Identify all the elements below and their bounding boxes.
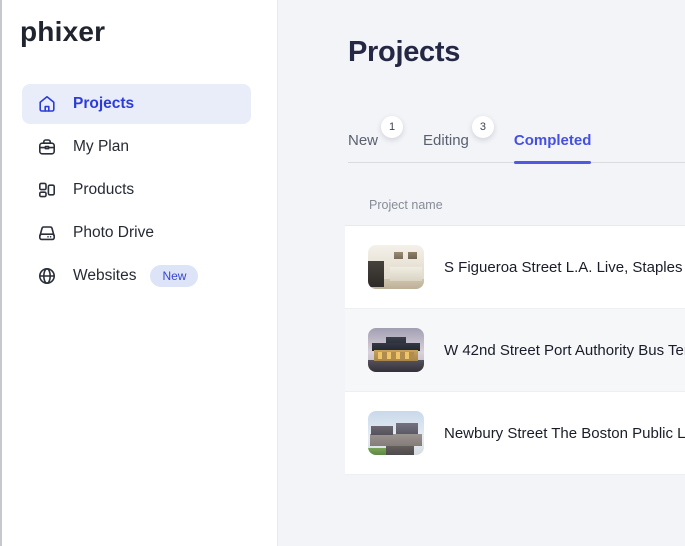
new-badge: New [150,265,198,287]
project-status-tabs: New 1 Editing 3 Completed [348,116,685,163]
sidebar-item-projects[interactable]: Projects [22,84,251,124]
tab-label: New [348,132,378,162]
sidebar-item-photo-drive[interactable]: Photo Drive [22,213,251,253]
active-tab-underline [514,161,592,164]
briefcase-icon [37,137,57,157]
tab-count-badge: 3 [472,116,494,138]
table-row[interactable]: Newbury Street The Boston Public Library [345,392,685,475]
project-name: Newbury Street The Boston Public Library [444,425,685,442]
sidebar-item-label: Websites [73,267,136,285]
main-content: Projects New 1 Editing 3 Completed Proje… [279,0,685,546]
globe-icon [37,266,57,286]
project-thumbnail-interior-living-room [368,245,424,289]
tab-editing[interactable]: Editing 3 [423,116,494,162]
sidebar-item-label: Products [73,181,134,199]
sidebar-item-websites[interactable]: Websites New [22,256,251,296]
column-header-project-name: Project name [369,198,443,212]
project-name: S Figueroa Street L.A. Live, Staples Cen… [444,259,685,276]
drive-icon [37,223,57,243]
window-left-edge [0,0,2,546]
sidebar: phixer Projects My Plan [0,0,278,546]
tab-completed[interactable]: Completed [514,132,592,162]
table-row[interactable]: S Figueroa Street L.A. Live, Staples Cen… [345,226,685,309]
table-row[interactable]: W 42nd Street Port Authority Bus Termina… [345,309,685,392]
sidebar-item-label: Photo Drive [73,224,154,242]
table-header-row: Project name [345,185,685,226]
products-icon [37,180,57,200]
app-logo: phixer [20,16,105,48]
home-icon [37,94,57,114]
tab-count-badge: 1 [381,116,403,138]
sidebar-item-products[interactable]: Products [22,170,251,210]
projects-table: Project name S Figueroa Street L.A. Live… [345,185,685,475]
sidebar-item-my-plan[interactable]: My Plan [22,127,251,167]
project-thumbnail-house-day [368,411,424,455]
project-thumbnail-house-dusk [368,328,424,372]
project-name: W 42nd Street Port Authority Bus Termina… [444,342,685,359]
sidebar-item-label: My Plan [73,138,129,156]
sidebar-nav: Projects My Plan Products [22,84,251,299]
sidebar-item-label: Projects [73,95,134,113]
tab-label: Editing [423,132,469,162]
tab-new[interactable]: New 1 [348,116,403,162]
page-title: Projects [348,36,460,69]
tab-label: Completed [514,132,592,162]
